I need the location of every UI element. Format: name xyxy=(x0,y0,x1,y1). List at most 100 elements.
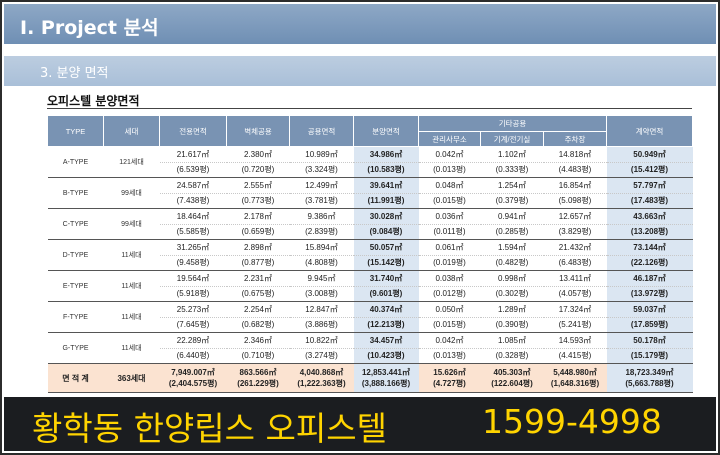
total-park-sqm: 5,448.980㎡ xyxy=(553,368,597,377)
cell-mach: (0.482평) xyxy=(480,255,544,271)
cell-park: 12.657㎡ xyxy=(543,208,607,225)
banner-phone: 1599-4998 xyxy=(482,402,662,441)
total-units: 363세대 xyxy=(103,363,160,393)
table-row: A-TYPE 121세대 21.617㎡ 2.380㎡ 10.989㎡ 34.986㎡ 0.… xyxy=(47,146,693,178)
cell-wall: (0.659평) xyxy=(226,224,290,240)
cell-wall: 2.380㎡ xyxy=(226,146,290,163)
col-parking: 주차장 xyxy=(542,131,608,147)
cell-mgmt: (0.011평) xyxy=(418,224,481,240)
cell-park: 21.432㎡ xyxy=(543,239,607,256)
col-exclusive: 전용면적 xyxy=(159,115,227,147)
table-body: A-TYPE 121세대 21.617㎡ 2.380㎡ 10.989㎡ 34.986㎡ 0.… xyxy=(47,146,693,393)
total-excl: 7,949.007㎡ (2,404.575평) xyxy=(159,363,227,393)
cell-mach: 1.102㎡ xyxy=(480,146,544,163)
cell-sale: (10.423평) xyxy=(353,348,419,364)
cell-mach: 0.941㎡ xyxy=(480,208,544,225)
cell-excl: (6.539평) xyxy=(159,162,227,178)
cell-wall: (0.773평) xyxy=(226,193,290,209)
table-row: E-TYPE 11세대 19.564㎡ 2.231㎡ 9.945㎡ 31.740㎡ 0.03… xyxy=(47,270,693,302)
cell-common: (3.008평) xyxy=(289,286,354,302)
cell-wall: 2.898㎡ xyxy=(226,239,290,256)
cell-contract: (13.972평) xyxy=(606,286,693,302)
cell-excl: (6.440평) xyxy=(159,348,227,364)
cell-excl: 19.564㎡ xyxy=(159,270,227,287)
cell-sale: (11.991평) xyxy=(353,193,419,209)
cell-excl: 22.289㎡ xyxy=(159,332,227,349)
row-type: A-TYPE xyxy=(47,146,104,178)
cell-park: (5.241평) xyxy=(543,317,607,333)
cell-mgmt: 0.048㎡ xyxy=(418,177,481,194)
cell-wall: (0.877평) xyxy=(226,255,290,271)
total-wall: 863.566㎡ (261.229평) xyxy=(226,363,290,393)
row-type: D-TYPE xyxy=(47,239,104,271)
cell-sale: 39.641㎡ xyxy=(353,177,419,194)
cell-wall: (0.682평) xyxy=(226,317,290,333)
cell-mgmt: 0.050㎡ xyxy=(418,301,481,318)
cell-contract: 59.037㎡ xyxy=(606,301,693,318)
cell-contract: 46.187㎡ xyxy=(606,270,693,287)
total-mgmt-sqm: 15.626㎡ xyxy=(433,368,466,377)
cell-sale: 34.457㎡ xyxy=(353,332,419,349)
cell-wall: (0.710평) xyxy=(226,348,290,364)
title-divider xyxy=(47,108,692,109)
cell-mgmt: 0.042㎡ xyxy=(418,146,481,163)
subsection-header: 3. 분양 면적 xyxy=(4,56,716,86)
row-units: 99세대 xyxy=(103,208,160,240)
total-mach: 405.303㎡ (122.604평) xyxy=(480,363,544,393)
cell-wall: 2.231㎡ xyxy=(226,270,290,287)
cell-common: 15.894㎡ xyxy=(289,239,354,256)
row-units: 11세대 xyxy=(103,270,160,302)
cell-mach: 0.998㎡ xyxy=(480,270,544,287)
section-title: I. Project 분석 xyxy=(20,17,159,39)
row-type: G-TYPE xyxy=(47,332,104,364)
total-mgmt: 15.626㎡ (4.727평) xyxy=(418,363,481,393)
col-mgmt: 관리사무소 xyxy=(418,131,481,147)
total-excl-sqm: 7,949.007㎡ xyxy=(171,368,215,377)
cell-common: 10.822㎡ xyxy=(289,332,354,349)
cell-park: 16.854㎡ xyxy=(543,177,607,194)
cell-park: (4.415평) xyxy=(543,348,607,364)
cell-contract: 50.178㎡ xyxy=(606,332,693,349)
cell-contract: (17.859평) xyxy=(606,317,693,333)
cell-excl: 21.617㎡ xyxy=(159,146,227,163)
total-label: 면 적 계 xyxy=(47,363,104,393)
cell-common: (3.781평) xyxy=(289,193,354,209)
cell-contract: 43.663㎡ xyxy=(606,208,693,225)
total-wall-pyeong: (261.229평) xyxy=(237,379,279,388)
cell-mach: 1.085㎡ xyxy=(480,332,544,349)
cell-excl: (7.645평) xyxy=(159,317,227,333)
cell-common: (3.274평) xyxy=(289,348,354,364)
total-common-sqm: 4,040.868㎡ xyxy=(299,368,344,377)
row-type: F-TYPE xyxy=(47,301,104,333)
cell-mgmt: (0.015평) xyxy=(418,193,481,209)
table-title: 오피스텔 분양면적 xyxy=(47,94,140,108)
table-row: B-TYPE 99세대 24.587㎡ 2.555㎡ 12.499㎡ 39.641㎡ 0.0… xyxy=(47,177,693,209)
row-units: 11세대 xyxy=(103,239,160,271)
total-park: 5,448.980㎡ (1,648.316평) xyxy=(543,363,607,393)
cell-excl: (5.918평) xyxy=(159,286,227,302)
cell-mgmt: 0.061㎡ xyxy=(418,239,481,256)
total-mach-pyeong: (122.604평) xyxy=(491,379,533,388)
cell-park: 14.593㎡ xyxy=(543,332,607,349)
cell-sale: (12.213평) xyxy=(353,317,419,333)
cell-wall: 2.254㎡ xyxy=(226,301,290,318)
row-type: B-TYPE xyxy=(47,177,104,209)
cell-park: (3.829평) xyxy=(543,224,607,240)
row-type: C-TYPE xyxy=(47,208,104,240)
total-wall-sqm: 863.566㎡ xyxy=(239,368,277,377)
total-mach-sqm: 405.303㎡ xyxy=(493,368,531,377)
cell-sale: (15.142평) xyxy=(353,255,419,271)
cell-contract: 50.949㎡ xyxy=(606,146,693,163)
cell-excl: 31.265㎡ xyxy=(159,239,227,256)
cell-contract: 57.797㎡ xyxy=(606,177,693,194)
cell-common: (3.886평) xyxy=(289,317,354,333)
cell-contract: (15.412평) xyxy=(606,162,693,178)
cell-common: 9.945㎡ xyxy=(289,270,354,287)
cell-excl: (5.585평) xyxy=(159,224,227,240)
row-units: 11세대 xyxy=(103,332,160,364)
table-row: F-TYPE 11세대 25.273㎡ 2.254㎡ 12.847㎡ 40.374㎡ 0.0… xyxy=(47,301,693,333)
cell-mach: (0.379평) xyxy=(480,193,544,209)
cell-common: 10.989㎡ xyxy=(289,146,354,163)
cell-sale: 40.374㎡ xyxy=(353,301,419,318)
total-contract: 18,723.349㎡ (5,663.788평) xyxy=(606,363,693,393)
